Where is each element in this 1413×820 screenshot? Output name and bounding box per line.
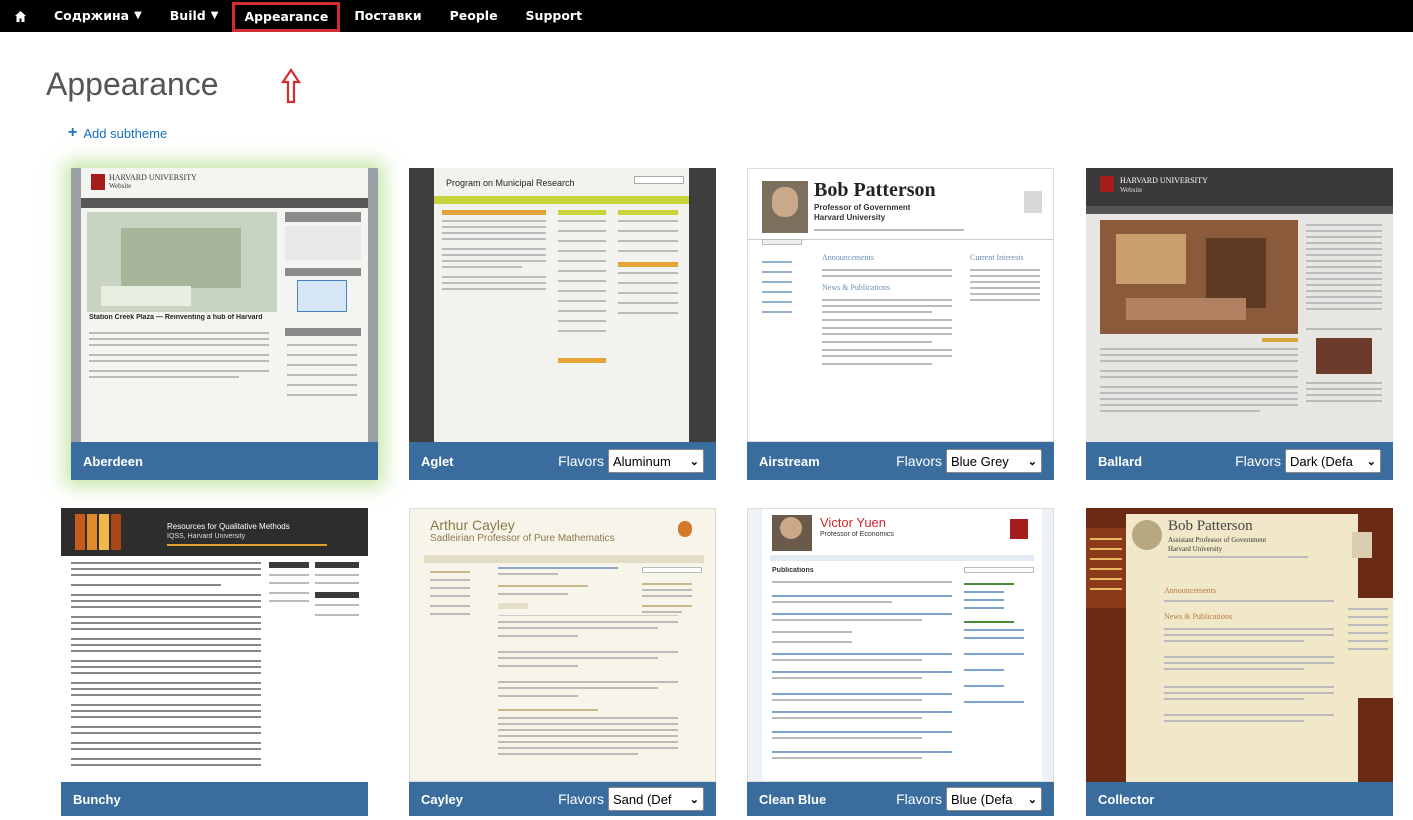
- theme-card-footer: Cayley Flavors Sand (Def ⌄: [409, 782, 716, 816]
- chevron-down-icon: ⌄: [1027, 793, 1037, 806]
- theme-card-footer: Clean Blue Flavors Blue (Defa ⌄: [747, 782, 1054, 816]
- theme-name: Bunchy: [73, 791, 121, 807]
- home-icon[interactable]: [0, 0, 40, 32]
- flavor-select[interactable]: Blue Grey ⌄: [946, 449, 1042, 473]
- theme-name: Cayley: [421, 791, 463, 807]
- flavor-select[interactable]: Dark (Defa ⌄: [1285, 449, 1381, 473]
- theme-preview[interactable]: HARVARD UNIVERSITY Website: [1086, 168, 1393, 442]
- theme-card-aglet[interactable]: Program on Municipal Research Aglet Flav…: [409, 168, 716, 480]
- theme-card-aberdeen[interactable]: HARVARD UNIVERSITY Website Station Creek…: [71, 168, 378, 480]
- caret-down-icon: ▼: [210, 10, 219, 21]
- nav-item-people[interactable]: People: [436, 0, 512, 32]
- theme-preview[interactable]: Bob Patterson Professor of Government Ha…: [747, 168, 1054, 442]
- flavors-label: Flavors: [896, 453, 942, 469]
- top-nav: Содржина ▼ Build ▼ Appearance Поставки Peo…: [0, 0, 1413, 32]
- chevron-down-icon: ⌄: [1027, 455, 1037, 468]
- flavors-label: Flavors: [896, 791, 942, 807]
- theme-card-airstream[interactable]: Bob Patterson Professor of Government Ha…: [747, 168, 1054, 480]
- theme-name: Aberdeen: [83, 453, 143, 469]
- chevron-down-icon: ⌄: [1366, 455, 1376, 468]
- flavor-select[interactable]: Aluminum ⌄: [608, 449, 704, 473]
- flavors-label: Flavors: [558, 453, 604, 469]
- theme-preview[interactable]: Resources for Qualitative Methods IQSS, …: [61, 508, 368, 782]
- theme-name: Collector: [1098, 791, 1155, 807]
- theme-preview[interactable]: Program on Municipal Research: [409, 168, 716, 442]
- flavors-label: Flavors: [558, 791, 604, 807]
- caret-down-icon: ▼: [134, 10, 142, 21]
- theme-preview[interactable]: Victor Yuen Professor of Economics Publi…: [747, 508, 1054, 782]
- theme-preview[interactable]: HARVARD UNIVERSITY Website Station Creek…: [71, 168, 378, 442]
- theme-card-clean-blue[interactable]: Victor Yuen Professor of Economics Publi…: [747, 508, 1054, 820]
- nav-item-appearance[interactable]: Appearance: [232, 1, 341, 32]
- add-subtheme-link[interactable]: + Add subtheme: [68, 124, 167, 142]
- theme-card-footer: Collector: [1086, 782, 1393, 816]
- chevron-down-icon: ⌄: [689, 793, 699, 806]
- theme-card-bunchy[interactable]: Resources for Qualitative Methods IQSS, …: [61, 508, 368, 820]
- theme-preview[interactable]: Arthur Cayley Sadleirian Professor of Pu…: [409, 508, 716, 782]
- theme-name: Aglet: [421, 453, 454, 469]
- theme-card-footer: Ballard Flavors Dark (Defa ⌄: [1086, 442, 1393, 480]
- theme-name: Airstream: [759, 453, 820, 469]
- theme-name: Ballard: [1098, 453, 1143, 469]
- nav-item-settings[interactable]: Поставки: [340, 0, 435, 32]
- theme-card-collector[interactable]: Bob Patterson Assistant Professor of Gov…: [1086, 508, 1393, 820]
- theme-preview[interactable]: Bob Patterson Assistant Professor of Gov…: [1086, 508, 1393, 782]
- theme-card-ballard[interactable]: HARVARD UNIVERSITY Website Ballard Flavo…: [1086, 168, 1393, 480]
- theme-name: Clean Blue: [759, 791, 827, 807]
- theme-card-footer: Aberdeen: [71, 442, 378, 480]
- theme-card-footer: Bunchy: [61, 782, 368, 816]
- chevron-down-icon: ⌄: [689, 455, 699, 468]
- nav-item-support[interactable]: Support: [512, 0, 597, 32]
- flavors-label: Flavors: [1235, 453, 1281, 469]
- theme-card-footer: Aglet Flavors Aluminum ⌄: [409, 442, 716, 480]
- nav-item-build[interactable]: Build ▼: [156, 0, 233, 32]
- plus-icon: +: [68, 124, 78, 141]
- page-title: Appearance: [46, 66, 219, 102]
- theme-card-footer: Airstream Flavors Blue Grey ⌄: [747, 442, 1054, 480]
- theme-card-cayley[interactable]: Arthur Cayley Sadleirian Professor of Pu…: [409, 508, 716, 820]
- nav-item-content[interactable]: Содржина ▼: [40, 0, 156, 32]
- annotation-arrow-icon: [281, 68, 301, 104]
- flavor-select[interactable]: Sand (Def ⌄: [608, 787, 704, 811]
- flavor-select[interactable]: Blue (Defa ⌄: [946, 787, 1042, 811]
